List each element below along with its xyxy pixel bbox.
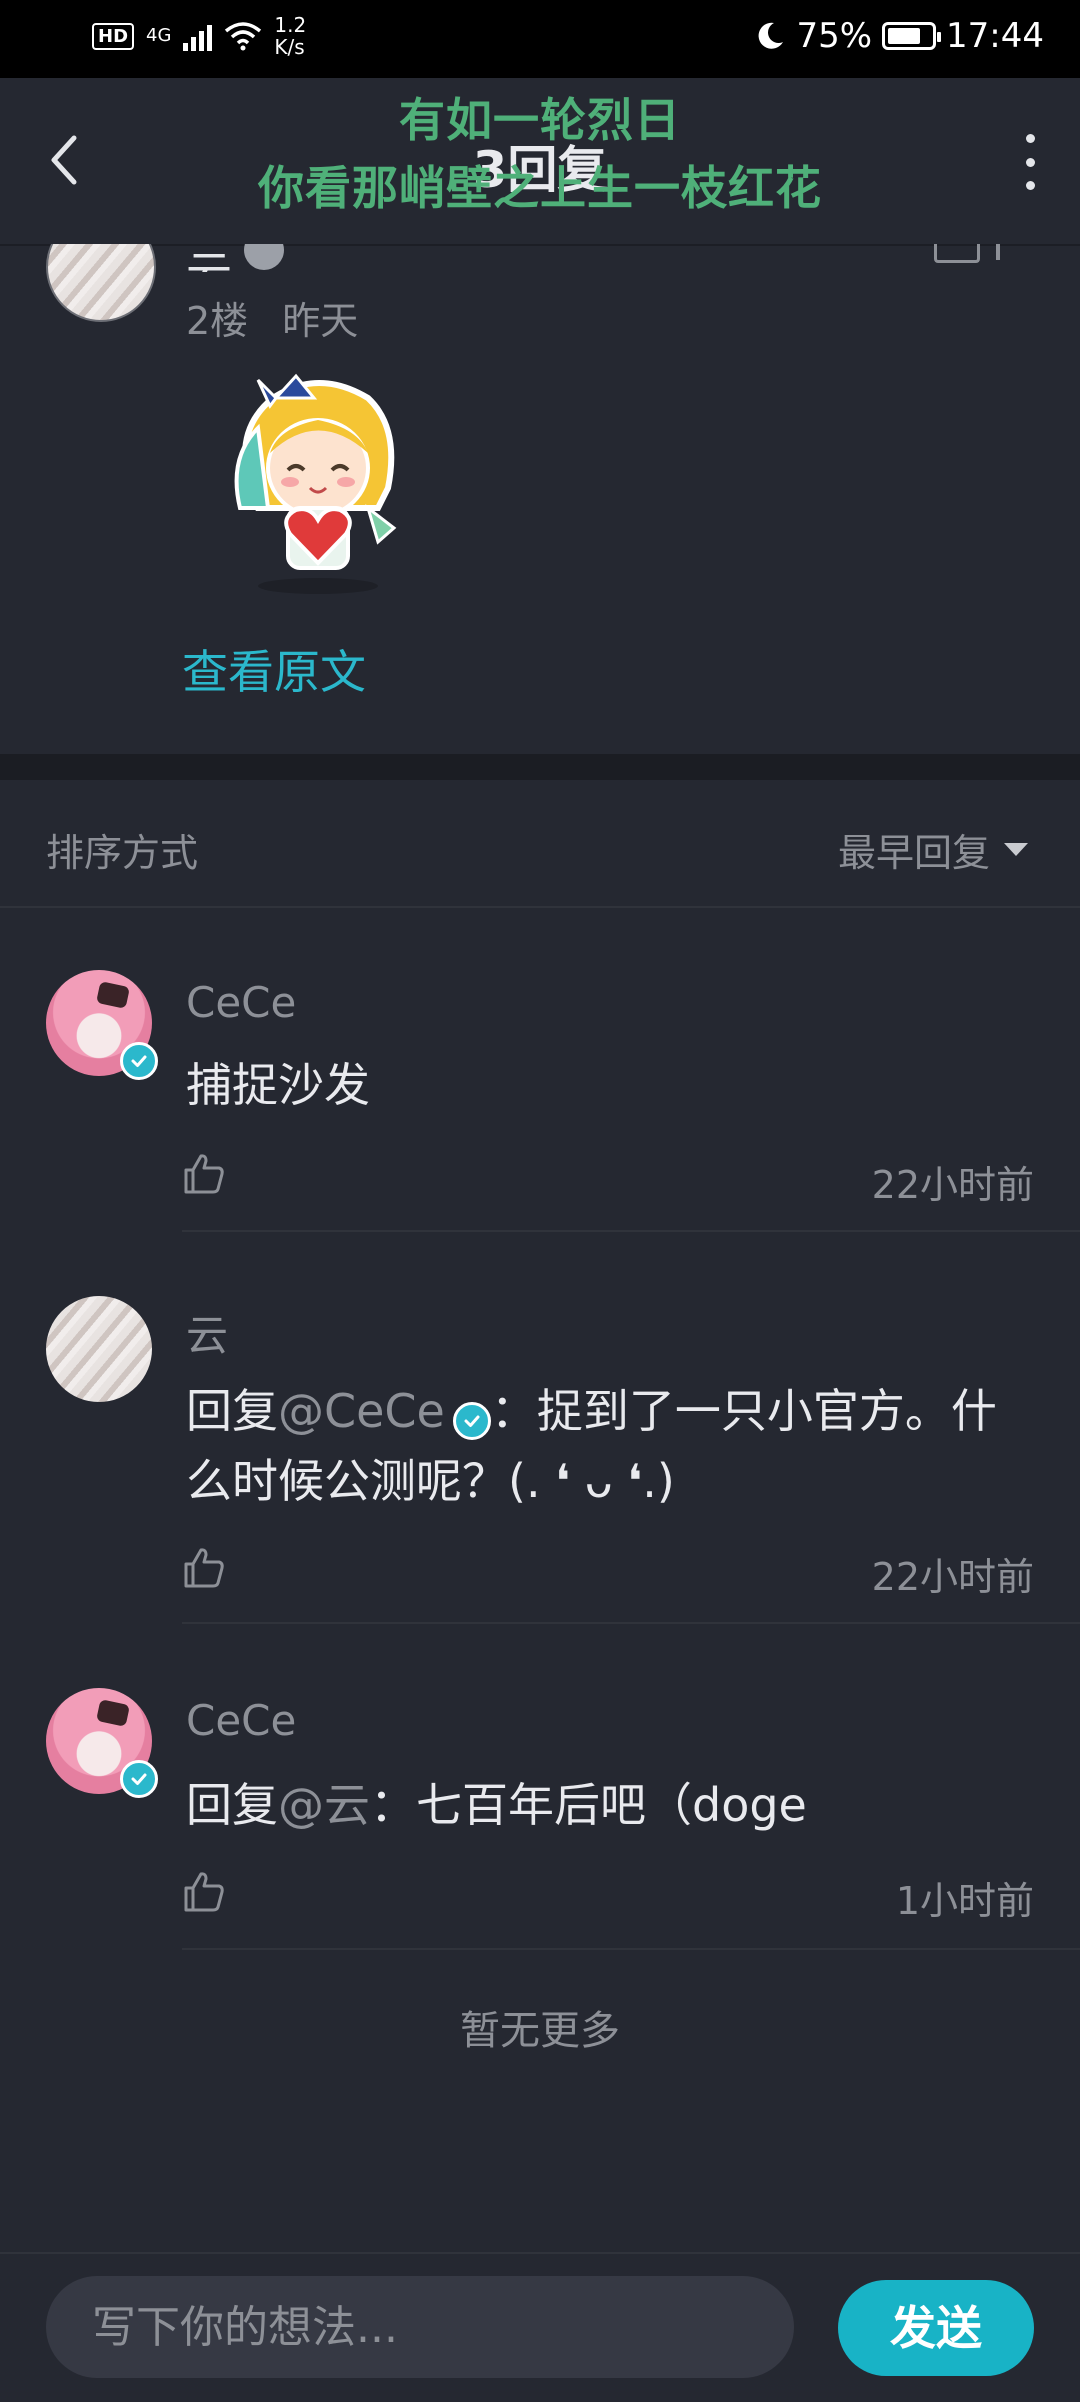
- reply-time: 22小时前: [871, 1555, 1034, 1599]
- overlay-text-line1: 有如一轮烈日: [399, 93, 681, 147]
- section-divider: [0, 754, 1080, 780]
- mention-link[interactable]: @云: [278, 1778, 370, 1832]
- sticker-image[interactable]: [218, 358, 418, 598]
- network-type: 4G: [146, 25, 172, 46]
- comment-input-wrapper: [46, 2276, 794, 2378]
- signal-icon: [183, 21, 213, 51]
- reply-content: 回复@CeCe ：捉到了一只小官方。什么时候公测呢？(. ❛ ᴗ ❛.): [186, 1376, 1036, 1516]
- hd-badge: HD: [92, 22, 135, 50]
- reply-divider: [182, 1230, 1080, 1232]
- floor-author-name[interactable]: 云: [186, 244, 232, 272]
- no-more-text: 暂无更多: [460, 2008, 620, 2054]
- reply-content: 捕捉沙发: [186, 1050, 1036, 1120]
- verified-badge-icon: [452, 1402, 491, 1440]
- sort-value: 最早回复: [837, 831, 990, 875]
- reply-text: ：七百年后吧（doge: [370, 1778, 807, 1832]
- battery-percent: 75%: [796, 16, 873, 56]
- sort-label: 排序方式: [46, 831, 199, 875]
- caret-down-icon: [1004, 843, 1028, 856]
- view-original-link[interactable]: 查看原文: [182, 636, 366, 702]
- overlay-text-line2: 你看那峭壁之上生一枝红花: [258, 161, 822, 215]
- network-speed: 1.2 K/s: [274, 14, 306, 58]
- sort-bar: 排序方式 最早回复: [0, 780, 1080, 908]
- status-bar: HD 4G 1.2 K/s 75% 17:44: [0, 0, 1080, 78]
- clock: 17:44: [946, 16, 1044, 56]
- reply-time: 1小时前: [895, 1879, 1034, 1923]
- speed-value: 1.2: [274, 13, 307, 37]
- avatar[interactable]: [46, 1296, 152, 1402]
- avatar[interactable]: [46, 1688, 158, 1798]
- moon-icon: [759, 22, 784, 49]
- reply-author-name[interactable]: CeCe: [186, 978, 296, 1027]
- like-icon[interactable]: [182, 1546, 226, 1590]
- reply-author-name[interactable]: CeCe: [186, 1696, 296, 1745]
- battery-fill: [888, 28, 921, 44]
- avatar-image: [46, 1296, 152, 1402]
- battery-nub: [937, 32, 942, 42]
- reply-prefix: 回复: [186, 1778, 278, 1832]
- like-icon[interactable]: [182, 1152, 226, 1196]
- sort-dropdown[interactable]: 最早回复: [838, 822, 1028, 877]
- avatar[interactable]: [46, 970, 158, 1080]
- floor-like-count-mark: [996, 244, 1000, 260]
- reply-text: 捕捉沙发: [186, 1058, 370, 1112]
- level-badge-icon: [244, 244, 284, 270]
- reply-time: 22小时前: [871, 1163, 1034, 1207]
- verified-badge-icon: [120, 1042, 158, 1080]
- floor-like-icon[interactable]: [934, 244, 980, 263]
- wifi-icon: [225, 22, 262, 51]
- speed-unit: K/s: [274, 35, 305, 59]
- battery-icon: [882, 22, 942, 50]
- mention-link[interactable]: @CeCe: [278, 1384, 445, 1438]
- reply-content: 回复@云：七百年后吧（doge: [186, 1770, 1036, 1840]
- like-icon[interactable]: [182, 1870, 226, 1914]
- status-left: HD 4G 1.2 K/s: [92, 14, 306, 58]
- reply-author-name[interactable]: 云: [186, 1302, 228, 1363]
- composer-bar: 发送: [0, 2252, 1080, 2402]
- status-right: 75% 17:44: [754, 16, 1044, 56]
- verified-badge-icon: [120, 1760, 158, 1798]
- floor-number: 2楼: [186, 299, 249, 343]
- send-button[interactable]: 发送: [838, 2280, 1034, 2376]
- floor-time: 昨天: [282, 299, 359, 343]
- reply-divider: [182, 1948, 1080, 1950]
- comment-input[interactable]: [46, 2276, 794, 2378]
- floor-author-avatar[interactable]: [46, 244, 156, 322]
- reply-prefix: 回复: [186, 1384, 278, 1438]
- reply-divider: [182, 1622, 1080, 1624]
- floor-meta: 2楼 昨天: [186, 290, 358, 345]
